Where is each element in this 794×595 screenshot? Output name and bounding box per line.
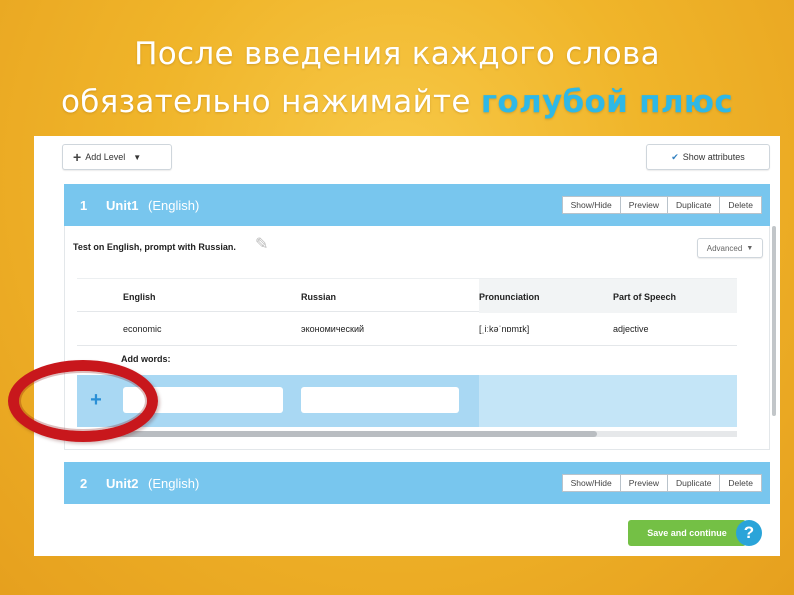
checkmark-icon: ✔ [671, 151, 679, 162]
preview-button[interactable]: Preview [620, 196, 668, 214]
top-toolbar: + Add Level ▼ ✔ Show attributes [34, 136, 780, 176]
column-part-of-speech: Part of Speech [613, 292, 677, 302]
column-english: English [123, 292, 156, 302]
advanced-label: Advanced [706, 243, 743, 253]
cell-russian[interactable]: экономический [301, 324, 364, 334]
add-level-label: Add Level [85, 152, 126, 162]
add-level-button[interactable]: + Add Level ▼ [62, 144, 172, 170]
vertical-scrollbar[interactable] [772, 226, 776, 416]
new-russian-word-input[interactable] [301, 387, 459, 413]
duplicate-button[interactable]: Duplicate [667, 474, 721, 492]
delete-button[interactable]: Delete [720, 474, 762, 492]
column-pronunciation: Pronunciation [479, 292, 540, 302]
show-attributes-button[interactable]: ✔ Show attributes [646, 144, 770, 170]
level-number: 2 [80, 476, 88, 491]
plus-icon: + [73, 149, 82, 165]
title-line-1: После введения каждого слова [134, 36, 660, 72]
column-russian: Russian [301, 292, 337, 302]
table-row: economic экономический [ˌiːkəˈnɒmɪk] adj… [77, 312, 737, 346]
preview-button[interactable]: Preview [620, 474, 668, 492]
duplicate-button[interactable]: Duplicate [667, 196, 721, 214]
level-1-header: 1 Unit1 (English) Show/Hide Preview Dupl… [64, 184, 770, 226]
test-label: Test on English, prompt with Russian. [73, 242, 236, 252]
level-1-actions: Show/Hide Preview Duplicate Delete [561, 196, 762, 214]
level-language: (English) [148, 476, 200, 491]
level-2-header: 2 Unit2 (English) Show/Hide Preview Dupl… [64, 462, 770, 504]
app-screenshot: + Add Level ▼ ✔ Show attributes 1 Unit1 … [34, 136, 780, 556]
level-2-actions: Show/Hide Preview Duplicate Delete [561, 474, 762, 492]
level-number: 1 [80, 198, 88, 213]
add-word-row: + [77, 375, 737, 427]
cell-part-of-speech[interactable]: adjective [613, 324, 649, 334]
chevron-down-icon: ▼ [746, 244, 754, 252]
cell-english[interactable]: economic [123, 324, 162, 334]
question-icon[interactable]: ? [736, 520, 762, 546]
annotation-circle [8, 360, 158, 442]
delete-button[interactable]: Delete [720, 196, 762, 214]
pencil-icon[interactable]: ✎ [255, 234, 268, 254]
slide-title: После введения каждого слова обязательно… [0, 30, 794, 126]
show-hide-button[interactable]: Show/Hide [561, 196, 621, 214]
add-words-label: Add words: [121, 354, 171, 364]
show-attributes-label: Show attributes [682, 152, 745, 162]
title-line-2: обязательно нажимайте голубой плюс [0, 78, 794, 126]
table-header: English Russian Pronunciation Part of Sp… [77, 278, 737, 313]
horizontal-scrollbar[interactable] [77, 431, 737, 437]
level-name[interactable]: Unit1 [106, 198, 139, 213]
add-row-extra-bg [479, 375, 737, 427]
level-language: (English) [148, 198, 200, 213]
scrollbar-thumb[interactable] [77, 431, 597, 437]
chevron-down-icon: ▼ [133, 152, 142, 162]
show-hide-button[interactable]: Show/Hide [561, 474, 621, 492]
title-highlight: голубой плюс [480, 84, 734, 120]
title-line-2-prefix: обязательно нажимайте [60, 84, 481, 120]
cell-pronunciation[interactable]: [ˌiːkəˈnɒmɪk] [479, 324, 529, 334]
level-1-body: Test on English, prompt with Russian. ✎ … [64, 226, 770, 450]
advanced-dropdown[interactable]: Advanced ▼ [697, 238, 763, 258]
level-name[interactable]: Unit2 [106, 476, 139, 491]
save-and-continue-button[interactable]: Save and continue [628, 520, 746, 546]
